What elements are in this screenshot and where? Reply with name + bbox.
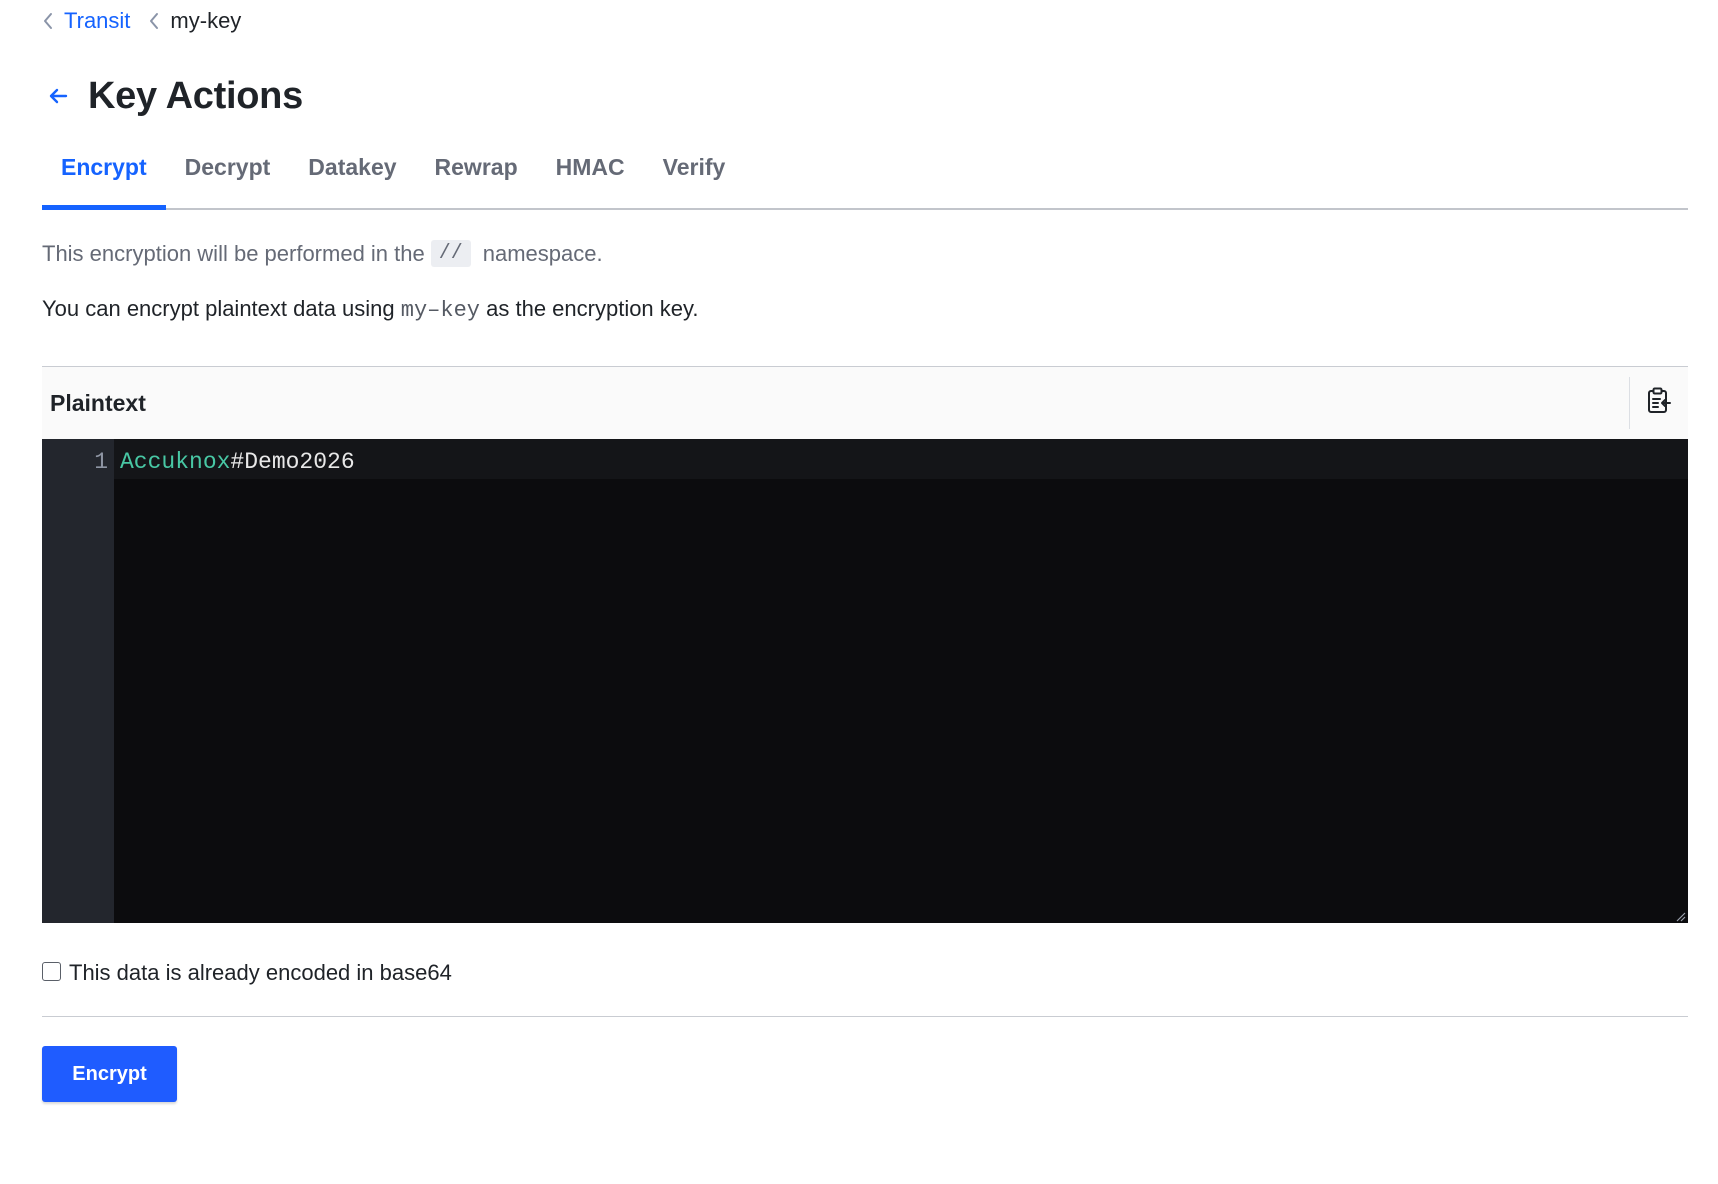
page-header: Key Actions xyxy=(42,72,303,120)
code-token-text: #Demo2026 xyxy=(230,449,355,475)
breadcrumb: Transit my-key xyxy=(42,6,241,36)
action-tabs: Encrypt Decrypt Datakey Rewrap HMAC Veri… xyxy=(42,148,1688,210)
code-token-identifier: Accuknox xyxy=(120,449,231,475)
tab-datakey[interactable]: Datakey xyxy=(289,148,415,202)
key-name-code: my–key xyxy=(400,298,480,323)
line-gutter: 1 xyxy=(42,439,114,923)
code-line[interactable]: Accuknox#Demo2026 xyxy=(114,439,1688,479)
namespace-code: // xyxy=(430,240,471,267)
tab-decrypt[interactable]: Decrypt xyxy=(166,148,290,202)
encrypt-description: You can encrypt plaintext data using my–… xyxy=(42,296,699,323)
base64-checkbox[interactable] xyxy=(42,961,61,981)
chevron-left-icon xyxy=(42,11,56,31)
namespace-notice-prefix: This encryption will be performed in the xyxy=(42,240,425,266)
clipboard-button[interactable] xyxy=(1629,377,1688,429)
line-number: 1 xyxy=(94,449,108,475)
description-suffix: as the encryption key. xyxy=(486,296,699,321)
tab-encrypt[interactable]: Encrypt xyxy=(42,148,166,210)
tab-verify[interactable]: Verify xyxy=(644,148,745,202)
plaintext-editor: Plaintext 1 Accuknox#Demo2026 xyxy=(42,366,1688,923)
clipboard-icon xyxy=(1646,387,1672,420)
tab-rewrap[interactable]: Rewrap xyxy=(416,148,537,202)
key-actions-page: Transit my-key Key Actions Encrypt Decry… xyxy=(42,0,1688,1184)
divider xyxy=(42,1016,1688,1017)
chevron-left-icon xyxy=(148,11,162,31)
page-title: Key Actions xyxy=(88,74,303,117)
tab-hmac[interactable]: HMAC xyxy=(537,148,644,202)
code-editor[interactable]: 1 Accuknox#Demo2026 xyxy=(42,439,1688,923)
resize-handle-icon[interactable] xyxy=(1674,909,1686,922)
namespace-notice: This encryption will be performed in the… xyxy=(42,240,603,267)
breadcrumb-current: my-key xyxy=(170,8,242,33)
encrypt-button[interactable]: Encrypt xyxy=(42,1046,177,1102)
breadcrumb-link-transit[interactable]: Transit xyxy=(64,8,130,34)
arrow-left-icon[interactable] xyxy=(46,82,74,110)
namespace-notice-suffix: namespace. xyxy=(482,240,603,266)
code-area[interactable]: Accuknox#Demo2026 xyxy=(114,439,1688,923)
editor-toolbar: Plaintext xyxy=(42,367,1688,439)
plaintext-label: Plaintext xyxy=(50,389,146,416)
description-prefix: You can encrypt plaintext data using xyxy=(42,296,395,321)
base64-checkbox-label: This data is already encoded in base64 xyxy=(69,960,452,985)
base64-checkbox-row[interactable]: This data is already encoded in base64 xyxy=(42,960,452,986)
